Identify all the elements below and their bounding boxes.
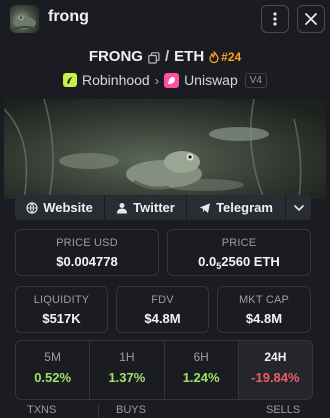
close-icon	[305, 13, 317, 25]
quote-symbol: ETH	[174, 48, 205, 65]
price-eth-zero-count: 5	[216, 261, 222, 271]
price-usd-value: $0.004778	[56, 254, 118, 269]
tab-6h[interactable]: 6H 1.24%	[165, 341, 239, 399]
trending-rank: #24	[209, 50, 241, 64]
fdv-card: FDV $4.8M	[116, 286, 209, 333]
more-options-button[interactable]	[261, 5, 289, 33]
uniswap-icon	[164, 72, 180, 88]
fdv-value: $4.8M	[144, 311, 181, 326]
fdv-label: FDV	[151, 294, 174, 306]
period-change: 1.37%	[108, 370, 146, 385]
social-links-bar: Website Twitter Telegram	[15, 195, 311, 220]
website-button[interactable]: Website	[15, 195, 105, 220]
header-bar: frong	[0, 0, 330, 38]
twitter-button[interactable]: Twitter	[105, 195, 187, 220]
chain-name[interactable]: Robinhood	[82, 72, 150, 88]
price-usd-label: PRICE USD	[56, 237, 118, 249]
txns-label: TXNS	[27, 404, 57, 416]
frog-icon	[13, 15, 37, 30]
period-label: 24H	[264, 350, 287, 364]
twitter-label: Twitter	[133, 200, 175, 215]
token-name: frong	[48, 8, 89, 25]
period-change: 0.52%	[34, 370, 72, 385]
dex-name[interactable]: Uniswap	[184, 72, 238, 88]
website-label: Website	[43, 200, 93, 215]
price-eth-prefix: 0.0	[198, 254, 217, 269]
price-eth-card: PRICE 0.052560 ETH	[167, 229, 311, 276]
price-eth-label: PRICE	[221, 237, 257, 249]
telegram-icon	[199, 202, 211, 213]
pair-separator: /	[164, 48, 170, 65]
token-banner-image	[4, 99, 326, 199]
price-usd-card: PRICE USD $0.004778	[15, 229, 159, 276]
transactions-header: TXNS BUYS SELLS	[0, 404, 330, 418]
telegram-button[interactable]: Telegram	[187, 195, 286, 220]
liquidity-value: $517K	[42, 311, 81, 326]
pair-title: FRONG / ETH #24	[0, 48, 330, 65]
telegram-label: Telegram	[216, 200, 273, 215]
tab-24h[interactable]: 24H -19.84%	[238, 341, 312, 399]
globe-icon	[26, 201, 38, 214]
rank-value: #24	[221, 49, 242, 64]
dex-version-badge: V4	[244, 72, 267, 88]
user-icon	[117, 202, 128, 213]
period-change: 1.24%	[182, 370, 220, 385]
flame-icon	[209, 50, 219, 63]
price-eth-suffix: 2560 ETH	[221, 254, 280, 269]
sells-label: SELLS	[266, 404, 301, 416]
price-change-tabs: 5M 0.52% 1H 1.37% 6H 1.24% 24H -19.84%	[15, 340, 313, 400]
price-eth-value: 0.052560 ETH	[168, 254, 310, 271]
copy-icon[interactable]	[148, 51, 160, 64]
liquidity-card: LIQUIDITY $517K	[15, 286, 108, 333]
buys-label: BUYS	[116, 404, 146, 416]
base-symbol: FRONG	[88, 48, 143, 65]
more-links-button[interactable]	[286, 195, 311, 220]
period-label: 1H	[119, 350, 135, 364]
token-avatar	[10, 5, 39, 33]
mkt-cap-value: $4.8M	[245, 311, 283, 326]
kebab-menu-icon	[273, 12, 277, 26]
mkt-cap-label: MKT CAP	[238, 294, 290, 306]
period-change: -19.84%	[251, 370, 300, 385]
chevron-right-icon: ›	[154, 72, 160, 88]
transactions-divider	[98, 404, 99, 418]
chain-dex-breadcrumb: Robinhood › Uniswap V4	[0, 72, 330, 88]
tab-5m[interactable]: 5M 0.52%	[16, 341, 91, 399]
period-label: 6H	[193, 350, 209, 364]
tab-1h[interactable]: 1H 1.37%	[90, 341, 165, 399]
robinhood-icon	[62, 73, 77, 87]
close-button[interactable]	[297, 5, 325, 33]
period-label: 5M	[44, 350, 61, 364]
liquidity-label: LIQUIDITY	[33, 294, 90, 306]
chevron-down-icon	[293, 204, 304, 211]
mkt-cap-card: MKT CAP $4.8M	[217, 286, 311, 333]
